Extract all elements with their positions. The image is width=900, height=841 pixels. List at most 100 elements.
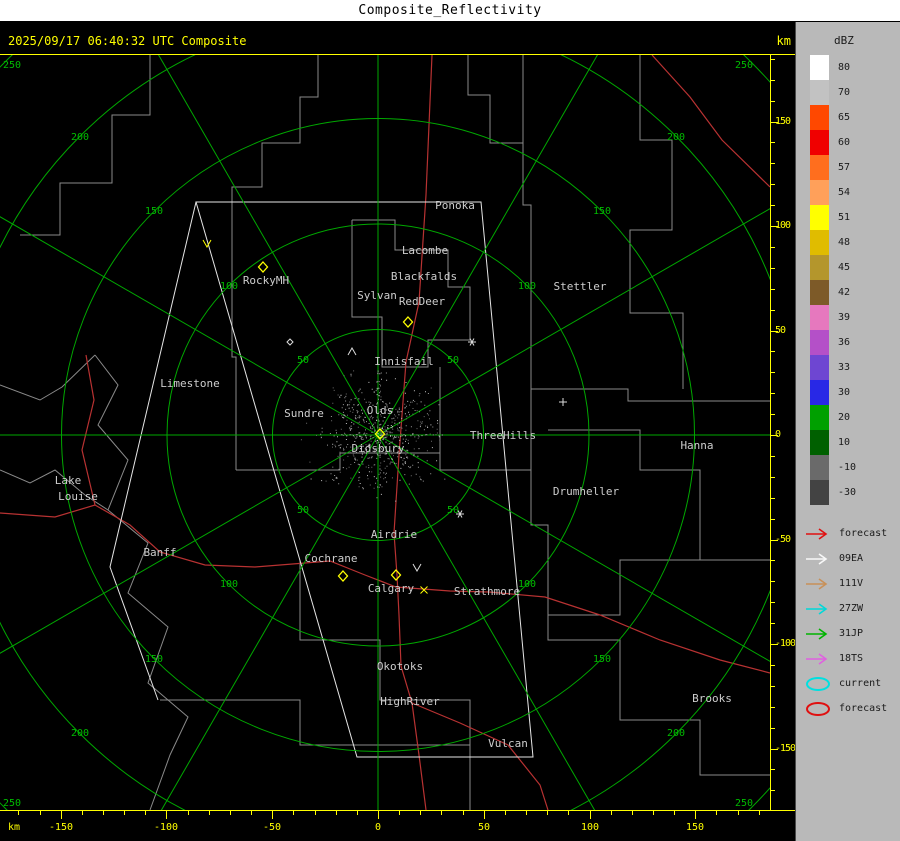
track-legend: forecast 09EA 111V 27ZW 31JP 18TS current forec… [796, 521, 900, 721]
axis-tick [209, 811, 210, 815]
colorbar-entry-57: 57 [796, 155, 900, 180]
site-marker-calgary [390, 569, 402, 581]
colorbar-value: -30 [838, 487, 857, 498]
city-label-airdrie: Airdrie [371, 528, 417, 541]
colorbar-entry-39: 39 [796, 305, 900, 330]
obs-symbol [559, 398, 567, 406]
axis-tick [771, 790, 775, 791]
axis-tick [771, 101, 775, 102]
right-axis-value-100: 100 [775, 220, 791, 231]
axis-tick [771, 268, 775, 269]
axis-tick [738, 811, 739, 815]
radar-map-viewport[interactable]: 50 100 150 200 250 50 100 150 200 250 50 100 150 200 2… [0, 55, 770, 810]
colorbar-swatch [810, 380, 829, 405]
radar-application-window: Composite_Reflectivity 2025/09/17 06:40:… [0, 0, 900, 841]
axis-tick [40, 811, 41, 815]
city-label-louise: Louise [58, 490, 98, 503]
axis-tick [771, 351, 775, 352]
clutter-dots [300, 370, 441, 489]
colorbar-swatch [810, 180, 829, 205]
axis-tick [771, 477, 775, 478]
bottom-axis-value--150: -150 [48, 822, 74, 833]
city-label-banff: Banff [143, 546, 176, 559]
site-marker-rockymh [257, 261, 269, 273]
legend-label: 31JP [839, 628, 864, 639]
colorbar-swatch [810, 130, 829, 155]
axis-tick [82, 811, 83, 815]
axis-tick [145, 811, 146, 815]
range-label-50: 50 [297, 505, 309, 516]
axis-tick [484, 811, 485, 819]
colorbar-value: 57 [838, 162, 851, 173]
axis-tick [771, 665, 775, 666]
colorbar-swatch [810, 430, 829, 455]
city-label-cochrane: Cochrane [305, 552, 358, 565]
axis-tick [653, 811, 654, 815]
colorbar-swatch [810, 205, 829, 230]
colorbar-swatch [810, 480, 829, 505]
legend-label: forecast [839, 703, 888, 714]
bottom-axis-value-0: 0 [374, 822, 382, 833]
track-arrow-icon [806, 602, 828, 615]
colorbar-swatch [810, 55, 829, 80]
range-label-200: 200 [71, 728, 89, 739]
range-label-150: 150 [145, 206, 163, 217]
axis-tick [771, 769, 775, 770]
colorbar-value: 39 [838, 312, 851, 323]
axis-tick [357, 811, 358, 815]
axis-tick [716, 811, 717, 815]
right-axis-value--100: -100 [775, 638, 796, 649]
city-label-limestone: Limestone [160, 377, 220, 390]
diamond-glyph [402, 316, 414, 328]
axis-tick [771, 163, 775, 164]
legend-item-forecast-7: forecast [796, 696, 900, 721]
axis-tick [124, 811, 125, 815]
legend-item-31JP-4: 31JP [796, 621, 900, 646]
colorbar-value: 70 [838, 87, 851, 98]
axis-tick [771, 59, 775, 60]
axis-tick [188, 811, 189, 815]
legend-item-09EA-1: 09EA [796, 546, 900, 571]
city-label-reddeer: RedDeer [399, 295, 446, 308]
colorbar-value: 54 [838, 187, 851, 198]
colorbar-swatch [810, 255, 829, 280]
storm-ellipse-icon [806, 676, 830, 691]
axis-tick [336, 811, 337, 815]
colorbar-entry-42: 42 [796, 280, 900, 305]
legend-label: 27ZW [839, 603, 864, 614]
axis-tick [771, 560, 775, 561]
axis-tick [771, 602, 775, 603]
colorbar-swatch [810, 355, 829, 380]
colorbar-entry-65: 65 [796, 105, 900, 130]
axis-tick [251, 811, 252, 815]
right-axis-value--150: -150 [775, 743, 796, 754]
axis-tick [441, 811, 442, 815]
axis-tick [771, 184, 775, 185]
range-label-250: 250 [3, 60, 21, 71]
axis-tick [771, 686, 775, 687]
city-label-highriver: HighRiver [380, 695, 440, 708]
track-arrow-icon [806, 627, 828, 640]
legend-item-current-6: current [796, 671, 900, 696]
colorbar-value: 65 [838, 112, 851, 123]
colorbar-value: 42 [838, 287, 851, 298]
axis-tick [547, 811, 548, 815]
legend-label: 18TS [839, 653, 864, 664]
colorbar-swatch [810, 280, 829, 305]
city-label-threehills: ThreeHills [470, 429, 536, 442]
colorbar-value: 51 [838, 212, 851, 223]
bottom-axis-value--100: -100 [153, 822, 179, 833]
legend-item-111V-2: 111V [796, 571, 900, 596]
city-label-hanna: Hanna [680, 439, 713, 452]
range-label-200: 200 [667, 728, 685, 739]
city-label-lacombe: Lacombe [402, 244, 448, 257]
colorbar-value: 30 [838, 387, 851, 398]
colorbar-entry-70: 70 [796, 80, 900, 105]
colorbar-value: 20 [838, 412, 851, 423]
colorbar-unit-label: dBZ [834, 34, 854, 47]
radar-clutter-echoes [300, 370, 446, 502]
colorbar-entry-48: 48 [796, 230, 900, 255]
colorbar-swatch [810, 305, 829, 330]
colorbar-entry--30: -30 [796, 480, 900, 505]
city-label-brooks: Brooks [692, 692, 732, 705]
